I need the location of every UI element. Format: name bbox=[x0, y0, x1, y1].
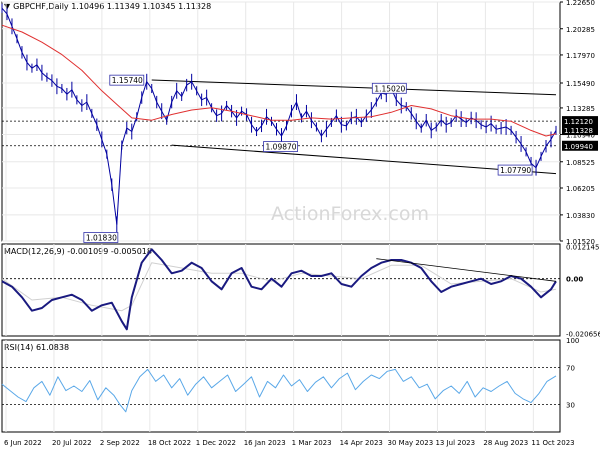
x-tick-label: 2 Sep 2022 bbox=[100, 439, 140, 447]
x-tick-label: 1 Dec 2022 bbox=[196, 439, 236, 447]
y-tick-label: 1.13285 bbox=[566, 105, 595, 113]
y-tick-label: 1.15490 bbox=[566, 80, 595, 88]
rsi-y-tick-label: 70 bbox=[566, 365, 575, 373]
x-tick-label: 30 May 2023 bbox=[388, 439, 434, 447]
x-tick-label: 16 Jan 2023 bbox=[244, 439, 286, 447]
y-tick-label: 1.17970 bbox=[566, 52, 595, 60]
rsi-y-tick-label: 100 bbox=[566, 337, 579, 345]
y-tick-label: 1.22650 bbox=[566, 0, 595, 7]
x-tick-label: 14 Apr 2023 bbox=[340, 439, 383, 447]
trendline-upper bbox=[151, 79, 557, 96]
x-tick-label: 13 Jul 2023 bbox=[435, 439, 475, 447]
rsi-y-tick-label: 30 bbox=[566, 401, 575, 409]
x-tick-label: 18 Oct 2022 bbox=[148, 439, 191, 447]
panel-frame-macd bbox=[1, 243, 561, 337]
y-tick-label: 1.06205 bbox=[566, 185, 595, 193]
price-annotation-label: 1.01830 bbox=[86, 233, 117, 242]
x-tick-label: 6 Jun 2022 bbox=[4, 439, 42, 447]
watermark-text: ActionForex.com bbox=[271, 203, 429, 225]
y-tick-label: 1.20285 bbox=[566, 26, 595, 34]
x-tick-label: 20 Jul 2022 bbox=[52, 439, 92, 447]
rsi-line bbox=[1, 368, 557, 413]
macd-y-tick-label: 0.00 bbox=[566, 276, 583, 284]
price-annotation-label: 1.15740 bbox=[112, 76, 143, 85]
x-tick-label: 1 Mar 2023 bbox=[292, 439, 332, 447]
moving-average-line bbox=[1, 24, 557, 137]
x-tick-label: 28 Aug 2023 bbox=[483, 439, 528, 447]
macd-line bbox=[1, 248, 557, 331]
macd-y-tick-label: 0.012145 bbox=[566, 243, 599, 251]
price-annotation-label: 1.09870 bbox=[266, 143, 297, 152]
price-label-lower: 1.09940 bbox=[564, 143, 593, 151]
macd-trendline bbox=[376, 258, 557, 282]
x-tick-label: 11 Oct 2023 bbox=[531, 439, 574, 447]
price-annotation-label: 1.15020 bbox=[374, 84, 405, 93]
y-tick-label: 1.08525 bbox=[566, 159, 595, 167]
price-series-line bbox=[1, 7, 557, 225]
chart-canvas: ActionForex.com 6 Jun 2022 20 Jul 2022 2 S… bbox=[1, 0, 600, 447]
y-tick-label: 1.03830 bbox=[566, 212, 595, 220]
price-label-current: 1.11328 bbox=[564, 127, 593, 135]
price-annotation-label: 1.07790 bbox=[500, 166, 531, 175]
price-label-upper: 1.12120 bbox=[564, 118, 593, 126]
